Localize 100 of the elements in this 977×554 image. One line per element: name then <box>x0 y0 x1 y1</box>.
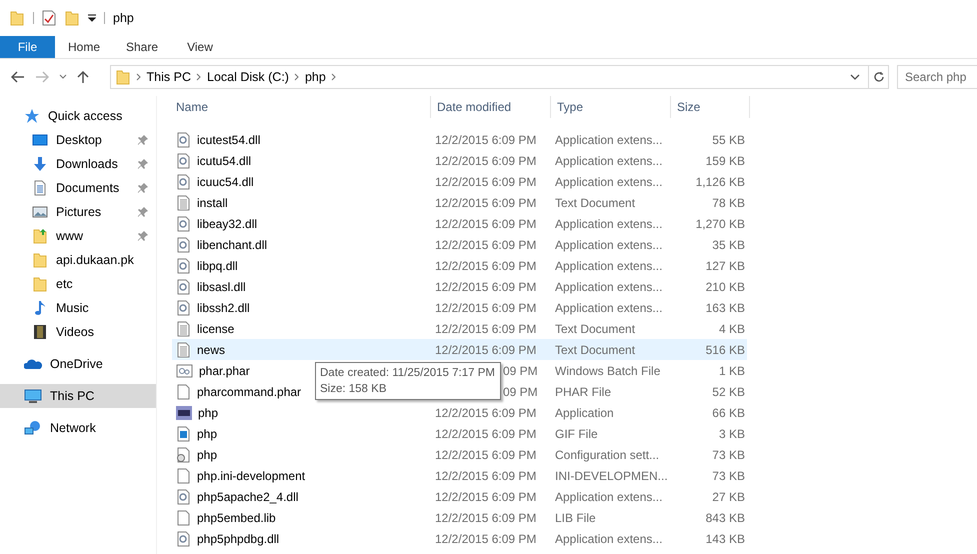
file-name[interactable]: php5embed.lib <box>197 508 276 526</box>
pin-icon[interactable] <box>138 231 148 241</box>
gear-file-icon <box>176 446 191 462</box>
date-cell: 12/2/2015 6:09 PM <box>435 280 536 294</box>
date-cell: 12/2/2015 6:09 PM <box>435 510 536 524</box>
type-cell: GIF File <box>555 426 598 440</box>
file-name[interactable]: php <box>198 404 218 422</box>
file-name[interactable]: install <box>197 194 228 212</box>
file-name[interactable]: libenchant.dll <box>197 236 268 254</box>
chevron-down-icon[interactable] <box>59 74 67 80</box>
nav-item[interactable]: Quick access <box>0 104 156 128</box>
down-arrow-icon <box>32 156 48 172</box>
file-name[interactable]: php <box>197 446 218 464</box>
file-name[interactable]: license <box>197 320 234 338</box>
type-cell: Text Document <box>555 196 636 210</box>
nav-item[interactable]: This PC <box>0 384 156 408</box>
nav-item[interactable]: OneDrive <box>0 352 156 376</box>
ribbon-tab[interactable]: Home <box>55 36 113 58</box>
file-name[interactable]: php.ini-development <box>197 466 306 484</box>
settings-file-icon <box>176 174 191 190</box>
film-icon <box>32 324 48 340</box>
refresh-icon <box>872 71 885 83</box>
date-cell: 12/2/2015 6:09 PM <box>435 196 536 210</box>
ribbon-tab[interactable]: Share <box>113 36 171 58</box>
file-name[interactable]: news <box>197 340 226 358</box>
type-cell: Application extens... <box>555 154 662 168</box>
nav-item[interactable]: Desktop <box>0 128 156 152</box>
file-name[interactable]: php5phpdbg.dll <box>197 530 280 548</box>
column-header[interactable]: Type <box>551 96 671 118</box>
date-cell: 12/2/2015 6:09 PM <box>435 174 536 188</box>
text-file-icon <box>176 320 191 336</box>
nav-item[interactable]: etc <box>0 272 156 296</box>
ribbon-tab[interactable]: View <box>171 36 229 58</box>
file-name[interactable]: libpq.dll <box>197 256 238 274</box>
chevron-down-icon[interactable] <box>850 73 860 81</box>
text-file-icon <box>176 342 191 358</box>
image-icon <box>32 204 48 220</box>
date-cell: 12/2/2015 6:09 PM <box>435 154 536 168</box>
nav-item[interactable]: Downloads <box>0 152 156 176</box>
column-header[interactable]: Name <box>172 96 431 118</box>
size-cell: 78 KB <box>712 196 745 210</box>
settings-file-icon <box>176 488 191 504</box>
nav-item[interactable]: Network <box>0 416 156 440</box>
type-cell: Configuration sett... <box>555 448 660 462</box>
type-cell: Application <box>555 406 614 420</box>
properties-icon[interactable] <box>42 10 56 26</box>
nav-item[interactable]: Documents <box>0 176 156 200</box>
ribbon-tab[interactable]: File <box>0 36 55 58</box>
pin-icon[interactable] <box>138 207 148 217</box>
file-name[interactable]: icutest54.dll <box>197 130 260 148</box>
file-name[interactable]: pharcommand.phar <box>197 382 302 400</box>
nav-item[interactable]: Pictures <box>0 200 156 224</box>
settings-file-icon <box>176 530 191 546</box>
size-cell: 35 KB <box>712 238 745 252</box>
file-name[interactable]: libssh2.dll <box>197 298 250 316</box>
refresh-button[interactable] <box>869 65 889 89</box>
size-cell: 1,270 KB <box>696 216 745 230</box>
star-icon <box>24 108 40 124</box>
type-cell: Application extens... <box>555 174 662 188</box>
settings-file-icon <box>176 258 191 274</box>
type-cell: Application extens... <box>555 532 662 546</box>
nav-item[interactable]: www <box>0 224 156 248</box>
date-cell: 09 PM <box>503 364 538 378</box>
pin-icon[interactable] <box>138 135 148 145</box>
blank-file-icon <box>176 468 191 484</box>
file-name[interactable]: php5apache2_4.dll <box>197 488 298 506</box>
breadcrumb-item[interactable]: php <box>304 68 326 86</box>
file-name[interactable]: php <box>197 424 218 442</box>
type-cell: Application extens... <box>555 238 662 252</box>
nav-item[interactable]: Music <box>0 296 156 320</box>
nav-item[interactable]: api.dukaan.pk <box>0 248 156 272</box>
file-name[interactable]: libsasl.dll <box>197 278 246 296</box>
settings-file-icon <box>176 300 191 316</box>
date-cell: 12/2/2015 6:09 PM <box>435 300 536 314</box>
size-cell: 143 KB <box>706 532 745 546</box>
window-title: php <box>113 10 134 27</box>
pin-icon[interactable] <box>138 183 148 193</box>
type-cell: Text Document <box>555 322 636 336</box>
image-file-icon <box>176 426 191 442</box>
size-cell: 3 KB <box>718 426 745 440</box>
file-name[interactable]: phar.phar <box>199 362 250 380</box>
column-header[interactable]: Size <box>671 96 750 118</box>
dropdown-icon[interactable] <box>88 14 96 22</box>
settings-file-icon <box>176 278 191 294</box>
file-name[interactable]: icuuc54.dll <box>197 172 254 190</box>
address-bar[interactable]: This PC Local Disk (C:) php <box>110 65 870 89</box>
column-header[interactable]: Date modified <box>431 96 551 118</box>
back-arrow-icon[interactable] <box>11 71 25 83</box>
pin-icon[interactable] <box>138 159 148 169</box>
type-cell: Application extens... <box>555 132 662 146</box>
file-name[interactable]: icutu54.dll <box>197 152 252 170</box>
breadcrumb-item[interactable]: Local Disk (C:) <box>207 68 289 86</box>
search-field[interactable]: Search php <box>897 65 977 89</box>
date-cell: 12/2/2015 6:09 PM <box>435 406 536 420</box>
size-cell: 4 KB <box>718 322 745 336</box>
file-name[interactable]: libeay32.dll <box>197 214 258 232</box>
nav-item[interactable]: Videos <box>0 320 156 344</box>
up-arrow-icon[interactable] <box>77 70 89 84</box>
breadcrumb-item[interactable]: This PC <box>146 68 191 86</box>
file-row[interactable]: news 12/2/2015 6:09 PM Text Document 516 KB <box>172 339 747 360</box>
